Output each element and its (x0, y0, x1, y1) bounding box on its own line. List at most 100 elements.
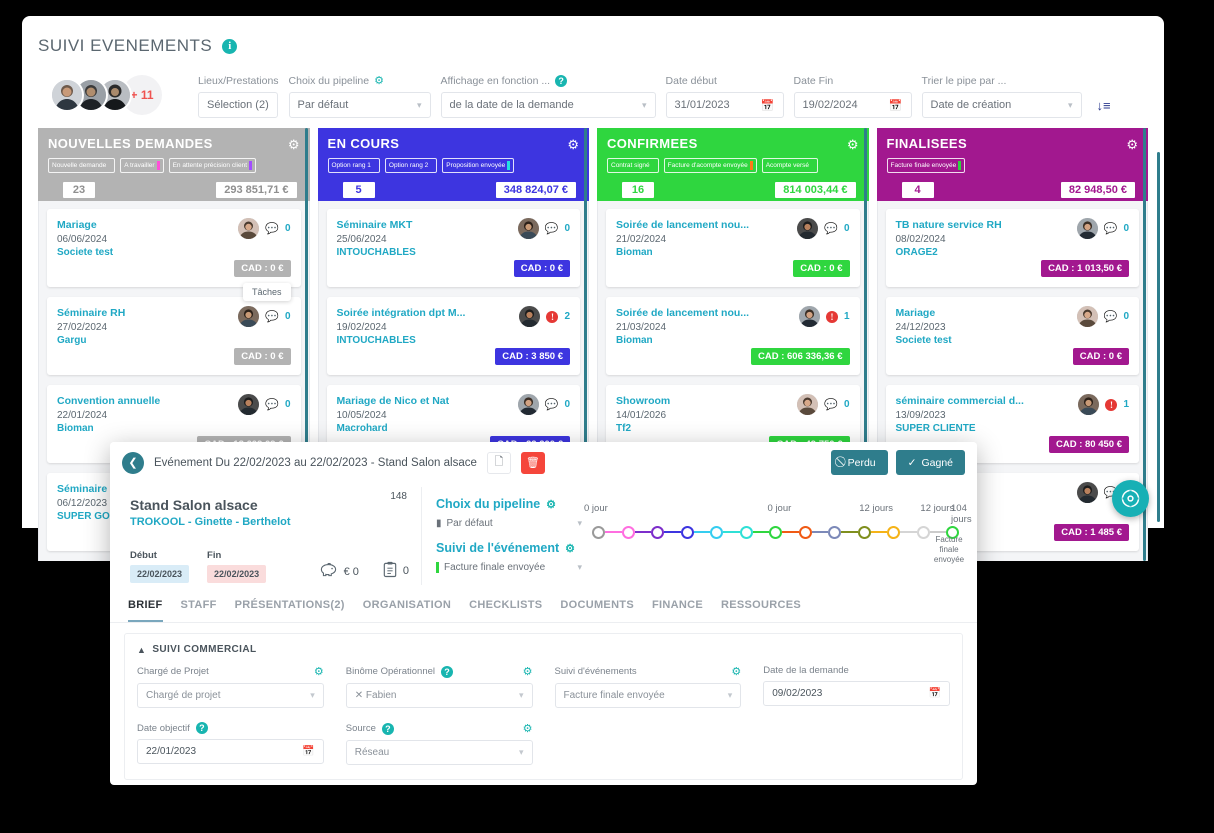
tab-organisation[interactable]: ORGANISATION (363, 599, 451, 622)
trash-icon[interactable]: 🗑 (520, 451, 545, 474)
comment-icon[interactable]: 💬 (265, 310, 279, 323)
status-tag[interactable]: A travailler (120, 158, 164, 173)
avatar[interactable] (238, 306, 260, 327)
gear-icon[interactable]: ⚙ (288, 137, 300, 153)
back-icon[interactable]: ❮ (122, 451, 144, 474)
panel-heading[interactable]: ▲ SUIVI COMMERCIAL (137, 644, 950, 655)
affichage-select[interactable]: de la date de la demande ▾ (440, 92, 656, 118)
status-tag[interactable]: Option rang 2 (384, 158, 438, 173)
avatar[interactable] (517, 218, 539, 239)
timeline-node[interactable] (769, 525, 782, 539)
event-card[interactable]: TB nature service RH 08/02/2024 ORAGE2 💬 0 CA… (885, 209, 1139, 287)
event-card[interactable]: Tâches Séminaire RH 27/02/2024 Gargu 💬 0 CAD :… (47, 283, 301, 375)
avatar[interactable] (1076, 218, 1098, 239)
gear-icon[interactable]: ⚙ (314, 665, 324, 678)
status-tag[interactable]: Option rang 1 (327, 158, 380, 173)
date-input[interactable]: 09/02/2023 📅 (763, 681, 950, 706)
avatar[interactable] (519, 306, 541, 327)
avatar[interactable] (798, 306, 820, 327)
timeline-node[interactable] (680, 525, 694, 539)
gear-icon[interactable]: ⚙ (523, 665, 533, 678)
gear-icon[interactable]: ⚙ (567, 137, 579, 153)
end-date-value[interactable]: 22/02/2023 (207, 565, 267, 583)
timeline-node[interactable] (592, 525, 605, 539)
help-icon[interactable]: ? (195, 722, 208, 734)
won-button[interactable]: ✓ Gagné (895, 450, 965, 475)
start-date-value[interactable]: 22/02/2023 (130, 565, 190, 583)
gear-icon[interactable]: ⚙ (847, 137, 859, 153)
select-input[interactable]: Chargé de projet ▾ (137, 683, 324, 708)
select-input[interactable]: Réseau ▾ (345, 740, 533, 765)
comment-icon[interactable]: 💬 (824, 222, 838, 235)
tab-pr-sentations-2[interactable]: PRÉSENTATIONS(2) (235, 599, 345, 622)
info-icon[interactable]: i (222, 38, 238, 54)
timeline-node[interactable] (887, 525, 900, 539)
calendar-icon[interactable]: 📅 (929, 688, 941, 699)
refresh-icon[interactable] (1112, 480, 1149, 517)
help-icon[interactable]: ? (441, 665, 453, 678)
avatar[interactable] (1078, 394, 1100, 415)
tab-documents[interactable]: DOCUMENTS (560, 599, 634, 622)
gear-icon[interactable]: ⚙ (1126, 137, 1138, 153)
help-icon[interactable]: ? (555, 75, 568, 87)
gear-icon[interactable]: ⚙ (731, 665, 741, 678)
select-input[interactable]: ✕ Fabien ▾ (345, 683, 533, 708)
avatar[interactable] (238, 218, 260, 239)
status-tag[interactable]: Facture finale envoyée (886, 158, 966, 173)
copy-icon[interactable]: 🗋 (486, 451, 511, 474)
calendar-icon[interactable]: 📅 (302, 746, 314, 757)
comment-icon[interactable]: 💬 (1104, 222, 1118, 235)
gear-icon[interactable]: ⚙ (546, 498, 556, 511)
avatar[interactable] (1076, 306, 1098, 327)
comment-icon[interactable]: 💬 (265, 398, 279, 411)
tab-staff[interactable]: STAFF (181, 599, 217, 622)
calendar-icon[interactable]: 📅 (883, 99, 903, 112)
event-card[interactable]: Soirée de lancement nou... 21/03/2024 Biom… (606, 297, 860, 375)
tab-checklists[interactable]: CHECKLISTS (469, 599, 542, 622)
lieux-prestations-select[interactable]: Sélection (2) (198, 92, 278, 118)
timeline-node[interactable] (651, 525, 664, 539)
gear-icon[interactable]: ⚙ (565, 542, 575, 555)
comment-icon[interactable]: 💬 (824, 398, 838, 411)
date-debut-input[interactable]: 31/01/2023 📅 (665, 92, 784, 118)
choix-pipeline-select[interactable]: Par défaut ▾ (288, 92, 431, 118)
pipeline-select[interactable]: ▮ Par défaut ▾ (436, 518, 582, 529)
event-card[interactable]: Mariage 24/12/2023 Societe test 💬 0 CAD : 0 € (885, 297, 1139, 375)
trier-pipe-select[interactable]: Date de création ▾ (921, 92, 1082, 118)
timeline-node[interactable] (828, 525, 841, 539)
event-card[interactable]: Soirée de lancement nou... 21/02/2024 Biom… (606, 209, 860, 287)
status-tag[interactable]: Nouvelle demande (48, 158, 116, 173)
select-input[interactable]: Facture finale envoyée ▾ (554, 683, 742, 708)
timeline-node[interactable] (710, 525, 723, 539)
tab-finance[interactable]: FINANCE (652, 599, 703, 622)
avatar[interactable] (50, 78, 84, 112)
gear-icon[interactable]: ⚙ (523, 722, 533, 735)
avatar[interactable] (797, 218, 819, 239)
status-tag[interactable]: Proposition envoyée (442, 158, 515, 173)
event-card[interactable]: Soirée intégration dpt M... 19/02/2024 INT… (326, 297, 580, 375)
tab-ressources[interactable]: RESSOURCES (721, 599, 801, 622)
calendar-icon[interactable]: 📅 (755, 99, 775, 112)
timeline-node[interactable] (739, 525, 753, 539)
timeline-node[interactable] (798, 525, 812, 539)
avatar[interactable] (1076, 482, 1098, 503)
avatar[interactable] (238, 394, 260, 415)
status-tag[interactable]: Facture d'acompte envoyée (663, 158, 757, 173)
alert-icon[interactable]: ! (825, 310, 838, 323)
status-tag[interactable]: Contrat signé (607, 158, 659, 173)
gear-icon[interactable]: ⚙ (374, 74, 384, 87)
comment-icon[interactable]: 💬 (1104, 310, 1118, 323)
tracking-select[interactable]: Facture finale envoyée ▾ (436, 562, 582, 573)
timeline-node[interactable] (916, 525, 930, 539)
sort-direction-button[interactable]: ↓≡ (1092, 92, 1116, 118)
timeline-node[interactable] (857, 525, 871, 539)
alert-icon[interactable]: ! (1105, 398, 1118, 411)
comment-icon[interactable]: 💬 (265, 222, 279, 235)
alert-icon[interactable]: ! (546, 310, 559, 323)
comment-icon[interactable]: 💬 (545, 398, 559, 411)
comment-icon[interactable]: 💬 (545, 222, 559, 235)
timeline-node[interactable] (621, 525, 635, 539)
date-fin-input[interactable]: 19/02/2024 📅 (793, 92, 912, 118)
tab-brief[interactable]: BRIEF (128, 599, 163, 622)
status-tag[interactable]: En attente précision client (168, 158, 256, 173)
